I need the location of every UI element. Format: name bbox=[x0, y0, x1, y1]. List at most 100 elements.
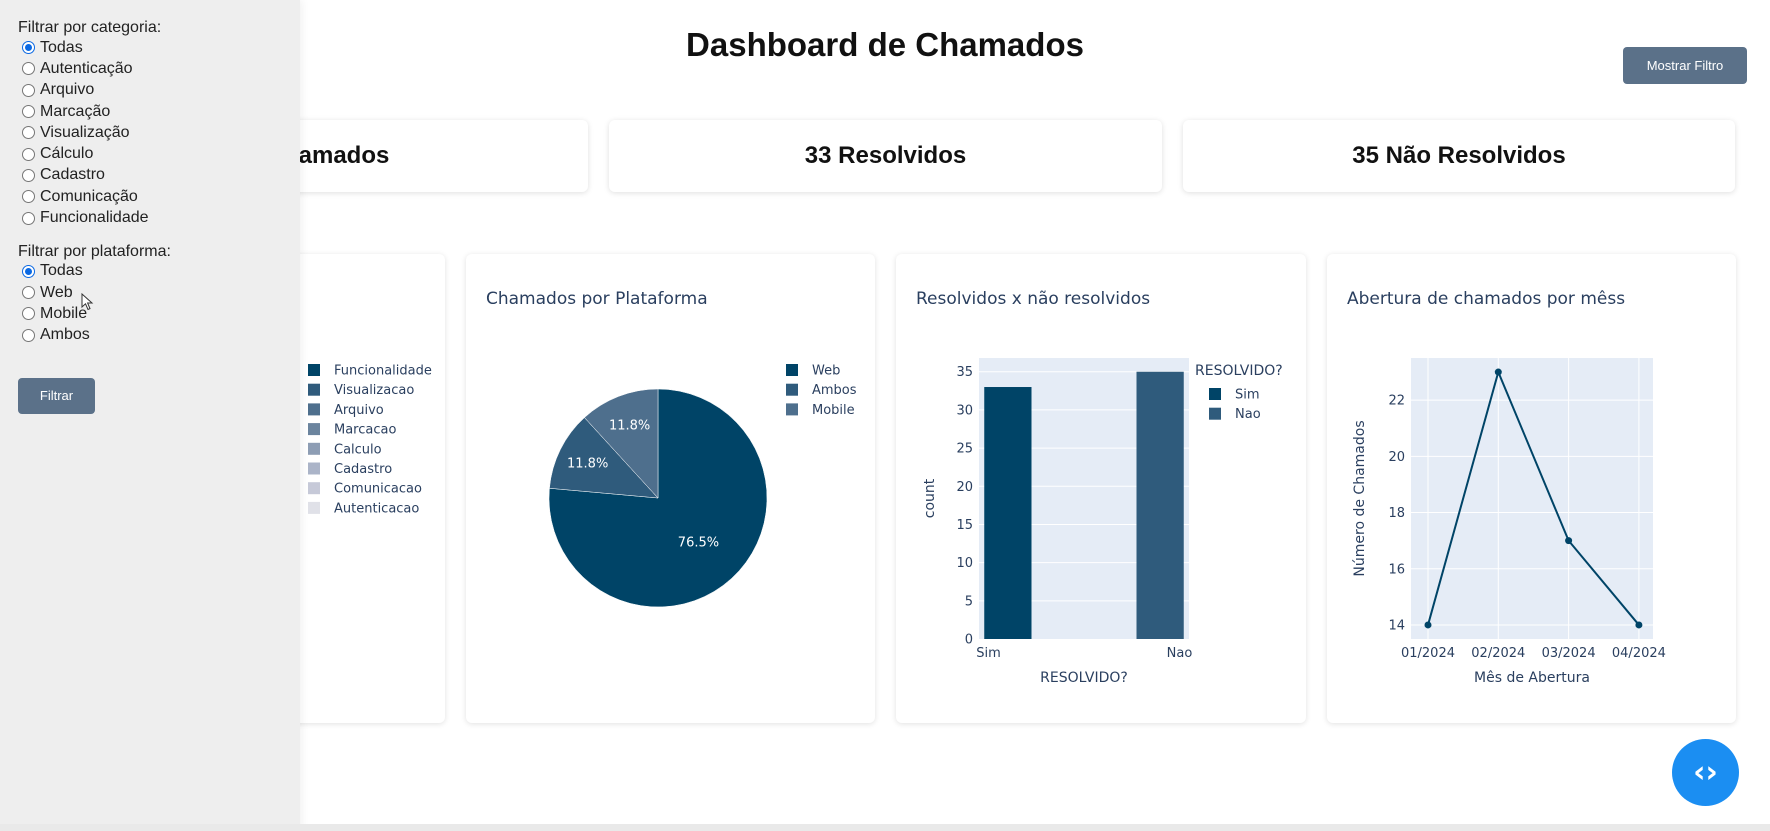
x-tick-label: 04/2024 bbox=[1612, 646, 1666, 661]
platform-option-label: Ambos bbox=[40, 326, 90, 344]
y-tick-label: 30 bbox=[956, 403, 973, 418]
legend-swatch bbox=[786, 383, 798, 396]
legend-label: Ambos bbox=[812, 383, 857, 398]
legend-label: Web bbox=[812, 364, 840, 379]
platform-radio[interactable] bbox=[22, 307, 35, 321]
platform-radio[interactable] bbox=[22, 328, 35, 342]
x-tick-label: 02/2024 bbox=[1471, 646, 1525, 661]
category-option-label: Marcação bbox=[40, 102, 111, 120]
category-radio[interactable] bbox=[22, 211, 35, 225]
legend-swatch bbox=[308, 442, 320, 455]
platform-option[interactable]: Mobile bbox=[18, 303, 300, 324]
y-tick-label: 25 bbox=[956, 442, 973, 457]
y-tick-label: 35 bbox=[956, 365, 973, 380]
category-radio[interactable] bbox=[22, 190, 35, 204]
y-tick-label: 22 bbox=[1388, 394, 1405, 409]
bar bbox=[984, 387, 1032, 639]
category-radio[interactable] bbox=[22, 168, 35, 182]
data-point bbox=[1494, 368, 1502, 376]
legend-swatch bbox=[308, 501, 320, 514]
kpi-resolved-value: 33 Resolvidos bbox=[804, 142, 967, 169]
legend-label: Funcionalidade bbox=[334, 364, 432, 379]
category-radio[interactable] bbox=[22, 41, 35, 55]
category-option-label: Arquivo bbox=[40, 81, 95, 99]
bar bbox=[1136, 371, 1184, 639]
legend-label: Visualizacao bbox=[334, 383, 414, 398]
legend-label: Arquivo bbox=[334, 403, 384, 418]
y-axis-title: count bbox=[922, 478, 938, 518]
category-option[interactable]: Cadastro bbox=[18, 165, 300, 186]
category-radio-group: Todas Autenticação Arquivo Marcação Visualiz… bbox=[18, 37, 300, 229]
y-tick-label: 20 bbox=[1388, 450, 1405, 465]
category-filter-label: Filtrar por categoria: bbox=[18, 19, 162, 36]
kpi-total-value: amados bbox=[298, 142, 390, 169]
chart-card-platform: Chamados por Plataforma 76.5% 11.8% 11.8% W… bbox=[466, 254, 875, 723]
category-option-label: Cálculo bbox=[40, 145, 94, 163]
category-option[interactable]: Marcação bbox=[18, 101, 300, 122]
category-option[interactable]: Comunicação bbox=[18, 186, 300, 207]
x-axis-title: Mês de Abertura bbox=[1474, 670, 1590, 686]
chart-card-monthly: Abertura de chamados por mêss 14 16 18 20 22… bbox=[1327, 254, 1736, 723]
category-option-label: Funcionalidade bbox=[40, 209, 149, 227]
app-root: Dashboard de Chamados Mostrar Filtro ama… bbox=[0, 0, 1770, 831]
mouse-cursor-icon bbox=[81, 293, 94, 311]
filter-sidebar: Filtrar por categoria: Todas Autenticação… bbox=[0, 0, 300, 831]
y-tick-label: 18 bbox=[1388, 506, 1405, 521]
platform-option-label: Web bbox=[40, 283, 73, 301]
kpi-unresolved-value: 35 Não Resolvidos bbox=[1352, 142, 1566, 169]
legend-swatch bbox=[308, 462, 320, 475]
legend-label: Autenticacao bbox=[334, 501, 419, 516]
category-option[interactable]: Visualização bbox=[18, 122, 300, 143]
y-tick-label: 15 bbox=[956, 518, 973, 533]
category-radio[interactable] bbox=[22, 83, 35, 97]
platform-radio[interactable] bbox=[22, 264, 35, 278]
category-radio[interactable] bbox=[22, 62, 35, 76]
platform-radio[interactable] bbox=[22, 286, 35, 300]
show-filter-button[interactable]: Mostrar Filtro bbox=[1623, 47, 1747, 84]
category-radio[interactable] bbox=[22, 126, 35, 140]
chart-card-resolved: Resolvidos x não resolvidos 0 5 10 15 20 25 30… bbox=[896, 254, 1306, 723]
category-option-label: Todas bbox=[40, 38, 83, 56]
y-tick-label: 14 bbox=[1388, 618, 1405, 633]
legend-label: Nao bbox=[1235, 407, 1261, 422]
pie-slice-label: 11.8% bbox=[567, 457, 608, 472]
category-option[interactable]: Autenticação bbox=[18, 58, 300, 79]
legend-label: Sim bbox=[1235, 388, 1260, 403]
category-option[interactable]: Todas bbox=[18, 37, 300, 58]
x-tick-label: 01/2024 bbox=[1401, 646, 1455, 661]
category-option[interactable]: Funcionalidade bbox=[18, 207, 300, 228]
category-option[interactable]: Arquivo bbox=[18, 80, 300, 101]
code-toggle-button[interactable]: ‹› bbox=[1672, 739, 1739, 806]
y-axis-title: Número de Chamados bbox=[1352, 420, 1368, 576]
legend-swatch bbox=[308, 482, 320, 495]
kpi-resolved-card: 33 Resolvidos bbox=[609, 120, 1162, 192]
platform-option-label: Todas bbox=[40, 262, 83, 280]
data-point bbox=[1635, 621, 1643, 629]
category-radio[interactable] bbox=[22, 147, 35, 161]
platform-option[interactable]: Todas bbox=[18, 261, 300, 282]
platform-option[interactable]: Ambos bbox=[18, 325, 300, 346]
x-axis-title: RESOLVIDO? bbox=[1040, 670, 1128, 686]
category-radio[interactable] bbox=[22, 105, 35, 119]
category-option-label: Cadastro bbox=[40, 166, 105, 184]
x-tick-label: Nao bbox=[1167, 646, 1193, 661]
platform-chart-svg: 76.5% 11.8% 11.8% Web Ambos Mobile bbox=[548, 364, 857, 608]
platform-option[interactable]: Web bbox=[18, 282, 300, 303]
data-point bbox=[1424, 621, 1432, 629]
y-tick-label: 5 bbox=[965, 594, 973, 609]
horizontal-scrollbar[interactable] bbox=[0, 824, 1770, 831]
monthly-chart-svg: 14 16 18 20 22 01/2024 02/2024 03/2024 04/2024 Mê… bbox=[1352, 358, 1666, 686]
y-tick-label: 20 bbox=[956, 480, 973, 495]
category-option-label: Visualização bbox=[40, 123, 130, 141]
legend-swatch bbox=[786, 403, 798, 416]
category-option[interactable]: Cálculo bbox=[18, 143, 300, 164]
platform-radio-group: Todas Web Mobile Ambos bbox=[18, 261, 300, 346]
legend-swatch bbox=[1209, 407, 1221, 420]
pie-slice-label: 11.8% bbox=[609, 418, 650, 433]
category-option-label: Comunicação bbox=[40, 187, 138, 205]
x-tick-label: Sim bbox=[976, 646, 1001, 661]
legend-label: Calculo bbox=[334, 442, 382, 457]
platform-filter-label: Filtrar por plataforma: bbox=[18, 242, 171, 260]
filter-button[interactable]: Filtrar bbox=[18, 377, 95, 414]
y-tick-label: 16 bbox=[1388, 562, 1405, 577]
